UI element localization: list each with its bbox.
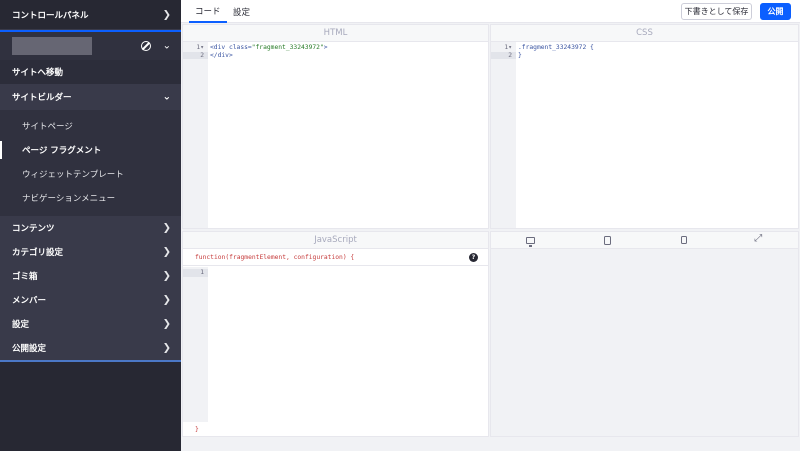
- chevron-right-icon: ❯: [162, 9, 171, 20]
- sidebar-item-navigation-menus[interactable]: ナビゲーションメニュー: [0, 186, 181, 210]
- site-selector[interactable]: ⌄: [0, 30, 181, 60]
- disabled-status-icon: [141, 41, 151, 51]
- js-function-signature: function(fragmentElement, configuration)…: [183, 249, 488, 266]
- code-token: <div: [210, 44, 229, 51]
- preview-panel: [490, 231, 799, 437]
- chevron-right-icon: ❯: [162, 270, 171, 282]
- site-builder-label: サイトビルダー: [12, 93, 72, 103]
- goto-site-link[interactable]: サイトへ移動: [0, 60, 181, 84]
- goto-site-label: サイトへ移動: [12, 68, 64, 78]
- code-token: "fragment_33243972": [251, 44, 324, 51]
- save-draft-button[interactable]: 下書きとして保存: [681, 3, 752, 20]
- html-editor-title: HTML: [183, 25, 488, 42]
- sidebar-item-label: コンテンツ: [12, 224, 55, 234]
- tab-code-label: コード: [195, 6, 221, 17]
- chevron-down-icon: ⌄: [162, 91, 171, 103]
- html-code-area[interactable]: 1▾ <div class="fragment_33243972"> 2 </d…: [183, 44, 488, 59]
- fold-arrow-icon[interactable]: ▾: [508, 44, 512, 51]
- chevron-right-icon: ❯: [162, 318, 171, 330]
- code-token: >: [323, 44, 328, 51]
- line-number: 1: [183, 269, 208, 277]
- sidebar-item-publishing[interactable]: 公開設定 ❯: [0, 336, 181, 360]
- expand-icon[interactable]: [754, 233, 763, 245]
- sidebar-item-label: ページ フラグメント: [22, 146, 102, 156]
- js-code-area[interactable]: 1: [183, 269, 488, 277]
- control-panel-label: コントロールパネル: [12, 10, 89, 21]
- sidebar-item-site-pages[interactable]: サイトページ: [0, 114, 181, 138]
- sidebar-item-recycle-bin[interactable]: ゴミ箱 ❯: [0, 264, 181, 288]
- tab-settings-label: 設定: [233, 7, 251, 18]
- js-editor-title: JavaScript: [183, 232, 488, 249]
- sidebar-item-widget-templates[interactable]: ウィジェットテンプレート: [0, 162, 181, 186]
- code-token: }: [518, 51, 522, 59]
- code-token: .fragment_33243972 {: [518, 44, 594, 51]
- sidebar-item-label: ウィジェットテンプレート: [22, 170, 124, 180]
- chevron-down-icon: ⌄: [162, 40, 171, 52]
- html-editor-panel: HTML 1▾ <div class="fragment_33243972"> …: [182, 24, 489, 229]
- tab-code[interactable]: コード: [189, 0, 227, 23]
- js-closing-brace: }: [195, 426, 199, 433]
- sidebar-item-label: 設定: [12, 320, 30, 330]
- sidebar-item-members[interactable]: メンバー ❯: [0, 288, 181, 312]
- sidebar-item-label: 公開設定: [12, 344, 47, 354]
- preview-device-toolbar: [491, 232, 798, 249]
- fragment-editor: コード 設定 下書きとして保存 公開 HTML 1▾ <div class="f…: [181, 0, 800, 451]
- editor-toolbar: コード 設定 下書きとして保存 公開: [181, 0, 800, 23]
- sidebar-item-categorization[interactable]: カテゴリ設定 ❯: [0, 240, 181, 264]
- sidebar-item-content[interactable]: コンテンツ ❯: [0, 216, 181, 240]
- desktop-icon[interactable]: [525, 236, 535, 247]
- site-logo: [12, 37, 92, 55]
- line-gutter: [183, 267, 208, 422]
- sidebar-item-label: メンバー: [12, 296, 47, 306]
- control-panel-toggle[interactable]: コントロールパネル ❯: [0, 0, 181, 30]
- mobile-icon[interactable]: [680, 236, 687, 244]
- sidebar-item-label: ナビゲーションメニュー: [22, 194, 116, 204]
- publish-button[interactable]: 公開: [760, 3, 791, 20]
- sidebar-item-label: サイトページ: [22, 122, 73, 132]
- tab-settings[interactable]: 設定: [231, 0, 252, 23]
- css-editor-panel: CSS 1▾ .fragment_33243972 { 2 }: [490, 24, 799, 229]
- sidebar-item-label: カテゴリ設定: [12, 248, 64, 258]
- line-gutter: [183, 42, 208, 228]
- line-number: 2: [491, 51, 516, 59]
- preview-frame: [491, 249, 798, 436]
- code-token: class=: [228, 44, 252, 51]
- code-line: 1▾ .fragment_33243972 {: [491, 44, 798, 52]
- app-root: コントロールパネル ❯ ⌄ サイトへ移動 サイトビルダー ⌄ サイトページ ペー…: [0, 0, 800, 451]
- sidebar-item-configuration[interactable]: 設定 ❯: [0, 312, 181, 336]
- chevron-right-icon: ❯: [162, 246, 171, 258]
- line-gutter: [491, 42, 516, 228]
- js-signature-text: function(fragmentElement, configuration)…: [195, 253, 355, 261]
- sidebar-sections: コンテンツ ❯ カテゴリ設定 ❯ ゴミ箱 ❯ メンバー ❯ 設定 ❯ 公開設定 …: [0, 216, 181, 362]
- code-token: </div>: [210, 51, 233, 59]
- code-line: 1▾ <div class="fragment_33243972">: [183, 44, 488, 52]
- line-number: 2: [183, 51, 208, 59]
- product-menu: コントロールパネル ❯ ⌄ サイトへ移動 サイトビルダー ⌄ サイトページ ペー…: [0, 0, 181, 451]
- code-line: 2 </div>: [183, 51, 488, 59]
- css-code-area[interactable]: 1▾ .fragment_33243972 { 2 }: [491, 44, 798, 59]
- css-editor-title: CSS: [491, 25, 798, 42]
- help-icon[interactable]: ?: [469, 253, 478, 262]
- tablet-icon[interactable]: [604, 235, 612, 245]
- sidebar-item-page-fragments[interactable]: ページ フラグメント: [0, 138, 181, 162]
- chevron-right-icon: ❯: [162, 222, 171, 234]
- chevron-right-icon: ❯: [162, 342, 171, 354]
- sidebar-item-label: ゴミ箱: [12, 272, 38, 282]
- site-builder-toggle[interactable]: サイトビルダー ⌄: [0, 84, 181, 110]
- code-line: 2 }: [491, 51, 798, 59]
- fold-arrow-icon[interactable]: ▾: [200, 44, 204, 51]
- code-line: 1: [183, 269, 488, 277]
- js-editor-panel: JavaScript function(fragmentElement, con…: [182, 231, 489, 437]
- site-builder-section: サイトビルダー ⌄ サイトページ ページ フラグメント ウィジェットテンプレート…: [0, 84, 181, 216]
- cursor-line: [208, 269, 210, 277]
- site-builder-submenu: サイトページ ページ フラグメント ウィジェットテンプレート ナビゲーションメニ…: [0, 110, 181, 216]
- chevron-right-icon: ❯: [162, 294, 171, 306]
